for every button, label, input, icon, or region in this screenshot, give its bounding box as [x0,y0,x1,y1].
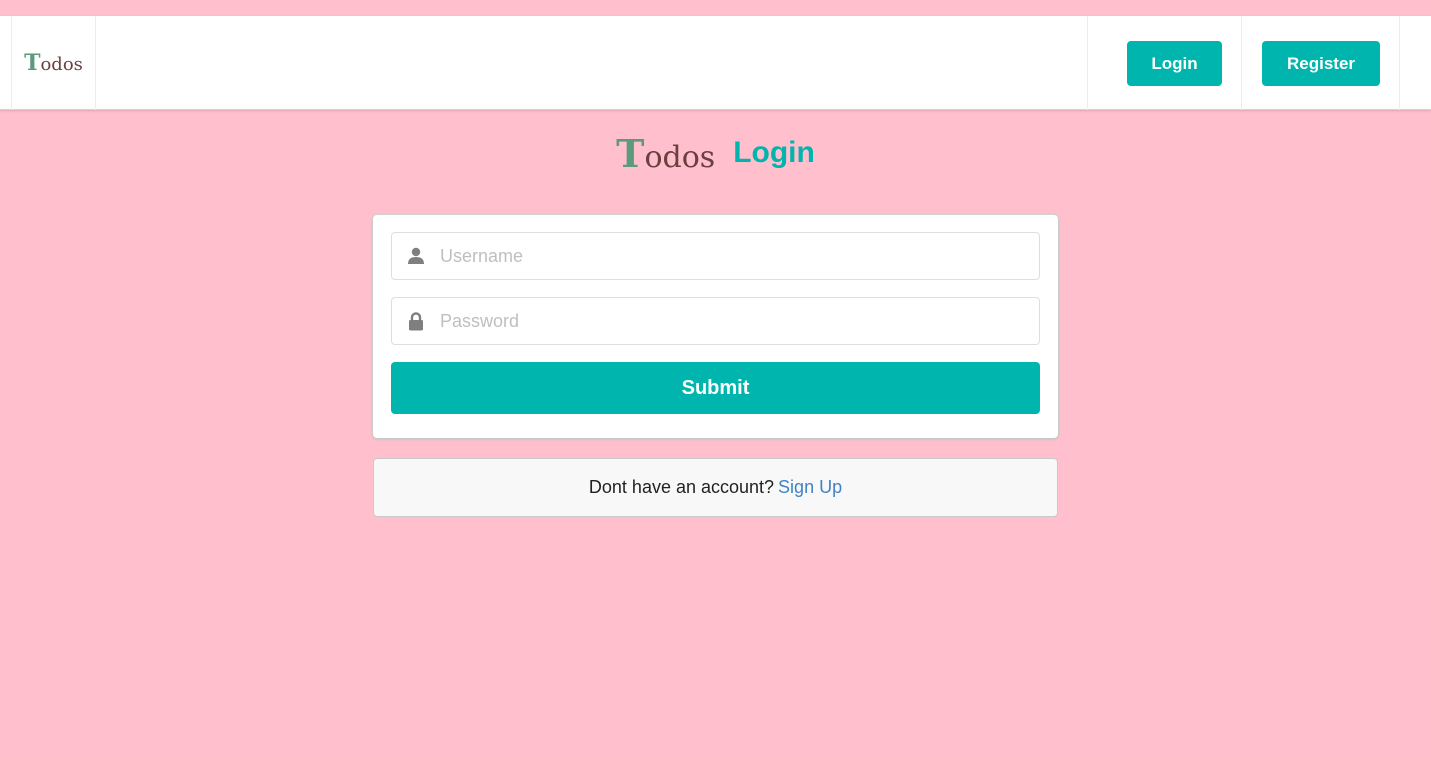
user-icon [392,233,440,279]
username-field[interactable] [391,232,1040,280]
username-input[interactable] [440,236,1020,276]
brand-menu-item[interactable]: Todos [11,16,96,110]
lock-icon [392,298,440,344]
top-menu: Todos Login Register [0,16,1431,110]
signup-prompt: Dont have an account? [588,477,775,497]
page-title: Login [733,136,815,169]
page-header: Todos Login [0,128,1431,178]
header-logo: Todos [616,130,716,176]
signup-link[interactable]: Sign Up [778,477,842,498]
menu-divider [1399,16,1400,110]
nav-login-button[interactable]: Login [1127,41,1222,86]
menu-divider [1241,16,1242,110]
nav-register-button[interactable]: Register [1262,41,1380,86]
submit-button[interactable]: Submit [391,362,1040,414]
password-field[interactable] [391,297,1040,345]
password-input[interactable] [440,301,1020,341]
app-logo: Todos [24,50,83,76]
login-form: Submit [373,215,1058,438]
signup-message: Dont have an account? Sign Up [373,458,1058,517]
menu-divider [1087,16,1088,110]
